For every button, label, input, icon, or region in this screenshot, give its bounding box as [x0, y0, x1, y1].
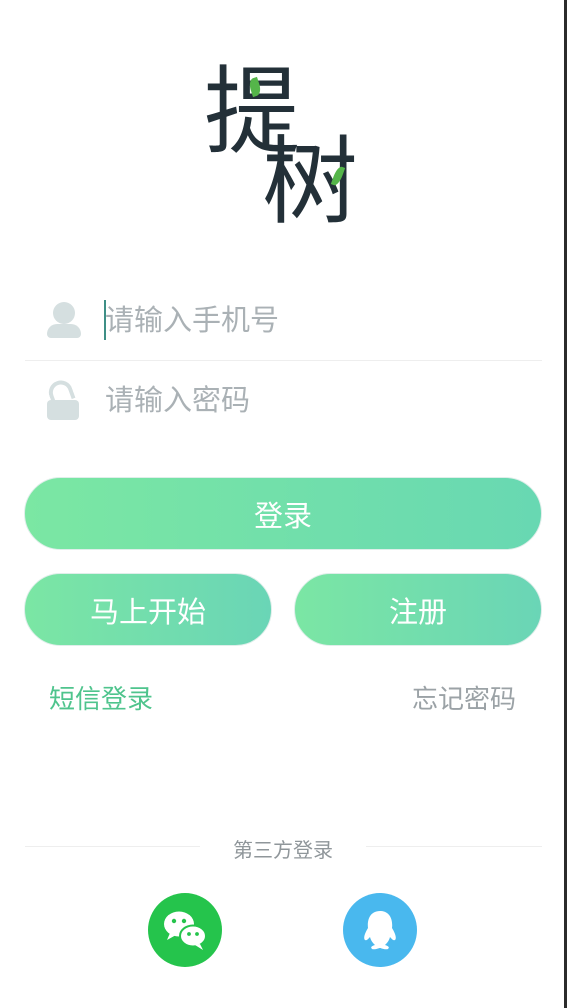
- password-input[interactable]: [105, 380, 525, 420]
- login-button[interactable]: 登录: [24, 477, 542, 550]
- qq-login-button[interactable]: [343, 893, 417, 967]
- wechat-icon: [164, 911, 207, 950]
- register-button[interactable]: 注册: [294, 573, 542, 646]
- divider-right: [366, 846, 542, 847]
- text-cursor: [104, 300, 106, 340]
- third-party-login-label: 第三方登录: [233, 838, 333, 862]
- qq-icon: [364, 911, 396, 950]
- logo-char-shu: 树: [262, 126, 358, 238]
- user-icon: [45, 302, 83, 342]
- wechat-login-button[interactable]: [148, 893, 222, 967]
- phone-field-row: [25, 280, 542, 361]
- phone-input[interactable]: [105, 300, 525, 340]
- forgot-password-link[interactable]: 忘记密码: [412, 679, 516, 716]
- divider-left: [25, 846, 200, 847]
- app-logo: 提 树: [200, 62, 370, 242]
- unlock-icon: [45, 377, 83, 422]
- sms-login-link[interactable]: 短信登录: [49, 679, 153, 716]
- password-field-row: [25, 360, 542, 440]
- start-now-button[interactable]: 马上开始: [24, 573, 272, 646]
